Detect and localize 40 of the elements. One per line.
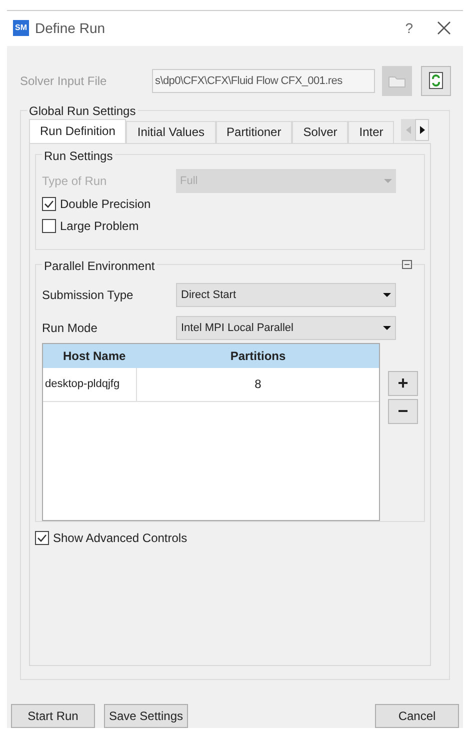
help-button[interactable]: ? (399, 18, 419, 39)
checkbox[interactable] (42, 218, 56, 233)
dropdown-arrow-icon (383, 326, 391, 330)
reload-button[interactable] (421, 66, 451, 96)
tab[interactable]: Inter (348, 120, 394, 143)
checkbox[interactable] (42, 196, 56, 211)
tab[interactable]: Solver (292, 120, 348, 143)
dialog-button[interactable]: Cancel (375, 704, 459, 728)
checkbox-label: Large Problem (60, 218, 139, 235)
table-cell-text: 8 (254, 376, 262, 394)
checkbox-label: Double Precision (60, 196, 151, 213)
scroll-right-button[interactable] (415, 118, 429, 141)
dialog-button[interactable]: Save Settings (104, 704, 188, 728)
add-button[interactable]: + (388, 370, 418, 396)
submission-type-dropdown[interactable]: Direct Start (176, 282, 396, 307)
left-arrow-icon (406, 126, 410, 134)
field-label: Type of Run (42, 172, 108, 190)
run-mode-dropdown[interactable]: Intel MPI Local Parallel (176, 316, 396, 340)
dropdown-arrow-icon (384, 178, 392, 183)
collapse-icon[interactable] (402, 260, 412, 269)
refresh-icon (429, 72, 443, 90)
window-title: Define Run (35, 18, 106, 38)
right-arrow-icon (420, 126, 424, 134)
tab[interactable]: Partitioner (216, 120, 292, 143)
folder-icon (388, 74, 406, 88)
field-label: Solver Input File (20, 72, 108, 90)
close-icon[interactable] (437, 21, 451, 36)
tab[interactable]: Run Definition (29, 118, 126, 143)
dialog-button[interactable]: Start Run (11, 704, 95, 728)
column-header[interactable]: Host Name (43, 344, 137, 368)
field-label: Run Mode (42, 320, 98, 337)
tab[interactable]: Initial Values (126, 120, 216, 143)
field-label: Submission Type (42, 286, 134, 304)
table-cell: desktop-pldqjfg (43, 368, 137, 401)
remove-button[interactable]: − (388, 398, 418, 424)
column-header[interactable]: Partitions (137, 344, 379, 368)
app-logo: SM (13, 20, 29, 36)
dropdown-arrow-icon (383, 292, 391, 297)
checkbox-label: Show Advanced Controls (53, 530, 188, 547)
checkbox[interactable] (35, 530, 49, 545)
